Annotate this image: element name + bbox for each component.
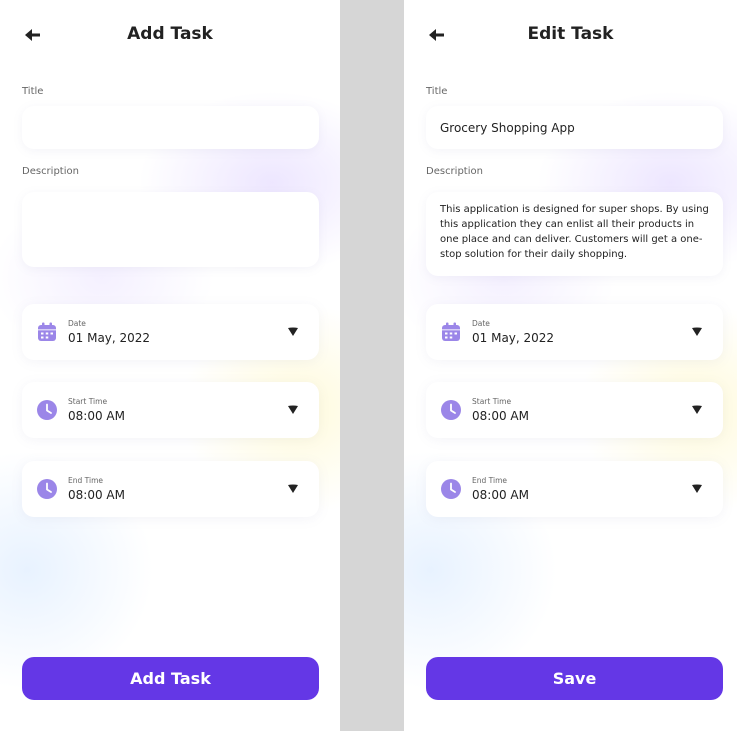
calendar-icon [442, 322, 460, 341]
title-field-container [426, 106, 723, 149]
caret-down-icon [692, 327, 702, 336]
page-title: Add Task [127, 24, 213, 44]
description-field-container: This application is designed for super s… [426, 192, 723, 276]
caret-down-icon [288, 484, 298, 493]
date-value: 01 May, 2022 [68, 331, 151, 345]
start-time-label: Start Time [472, 397, 512, 406]
caret-down-icon [692, 405, 702, 414]
back-arrow-icon[interactable] [426, 25, 448, 45]
description-label: Description [426, 166, 483, 177]
back-arrow-icon[interactable] [22, 25, 44, 45]
description-label: Description [22, 166, 79, 177]
add-task-header: Add Task [0, 20, 340, 50]
save-button[interactable]: Save [426, 657, 723, 700]
start-time-picker[interactable]: Start Time 08:00 AM [426, 382, 723, 438]
end-time-label: End Time [68, 476, 103, 485]
end-time-picker[interactable]: End Time 08:00 AM [22, 461, 319, 517]
title-input[interactable] [36, 120, 305, 135]
end-time-picker[interactable]: End Time 08:00 AM [426, 461, 723, 517]
page-title: Edit Task [527, 24, 614, 44]
end-time-value: 08:00 AM [68, 488, 125, 502]
start-time-picker[interactable]: Start Time 08:00 AM [22, 382, 319, 438]
end-time-label: End Time [472, 476, 507, 485]
clock-icon [441, 479, 461, 499]
start-time-value: 08:00 AM [68, 409, 125, 423]
edit-task-screen: Edit Task Title Description This applica… [404, 0, 737, 731]
end-time-value: 08:00 AM [472, 488, 529, 502]
description-input[interactable]: This application is designed for super s… [426, 192, 723, 276]
title-field-container [22, 106, 319, 149]
title-input[interactable] [440, 120, 709, 135]
caret-down-icon [692, 484, 702, 493]
date-value: 01 May, 2022 [472, 331, 555, 345]
add-task-button[interactable]: Add Task [22, 657, 319, 700]
date-label: Date [472, 319, 490, 328]
clock-icon [441, 400, 461, 420]
title-label: Title [426, 86, 448, 97]
clock-icon [37, 479, 57, 499]
date-picker[interactable]: Date 01 May, 2022 [426, 304, 723, 360]
start-time-value: 08:00 AM [472, 409, 529, 423]
clock-icon [37, 400, 57, 420]
description-field-container [22, 192, 319, 267]
title-label: Title [22, 86, 44, 97]
caret-down-icon [288, 327, 298, 336]
start-time-label: Start Time [68, 397, 108, 406]
description-input[interactable] [22, 192, 319, 267]
edit-task-header: Edit Task [404, 20, 737, 50]
date-picker[interactable]: Date 01 May, 2022 [22, 304, 319, 360]
caret-down-icon [288, 405, 298, 414]
calendar-icon [38, 322, 56, 341]
date-label: Date [68, 319, 86, 328]
add-task-screen: Add Task Title Description Date 01 May, … [0, 0, 340, 731]
